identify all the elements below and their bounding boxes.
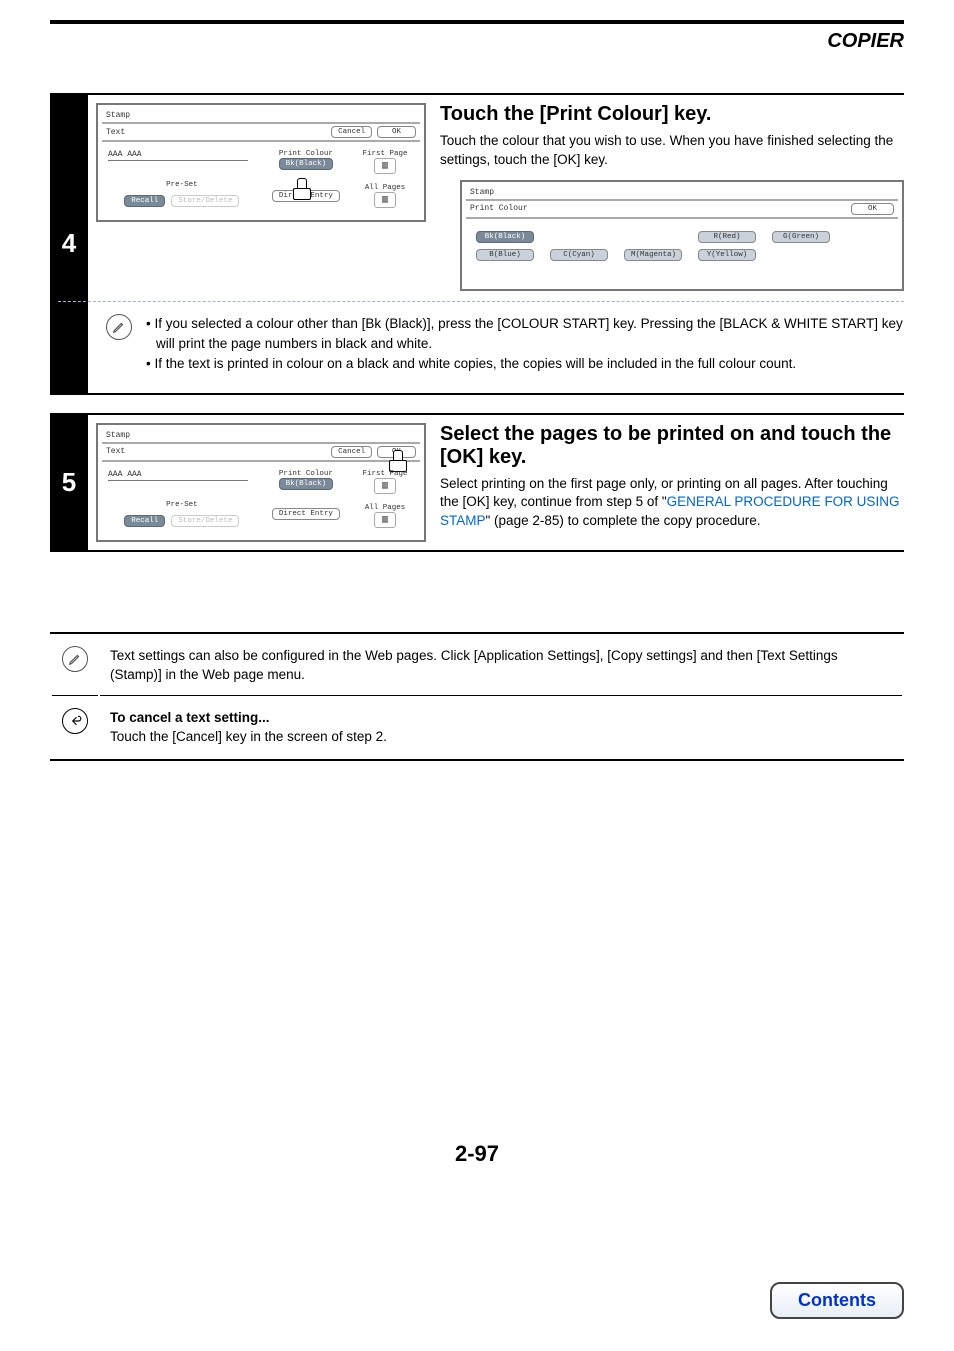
- store-delete-button[interactable]: Store/Delete: [171, 195, 239, 207]
- step-5: 5 Stamp Text Cancel OK: [50, 413, 904, 552]
- step-number: 5: [50, 415, 88, 550]
- step4-note-1: If you selected a colour other than [Bk …: [146, 314, 904, 355]
- step4-note-2: If the text is printed in colour on a bl…: [146, 354, 904, 374]
- cancel-body: Touch the [Cancel] key in the screen of …: [110, 727, 892, 747]
- panel-stamp-text-2: Stamp Text Cancel OK AAA AAA: [96, 423, 426, 542]
- panel-subtitle: Text: [106, 128, 125, 137]
- info-table: Text settings can also be configured in …: [50, 632, 904, 761]
- pencil-icon: [62, 646, 88, 672]
- info-note: Text settings can also be configured in …: [100, 636, 902, 696]
- panel5-subtitle: Text: [106, 447, 125, 456]
- panel5-title: Stamp: [102, 429, 420, 444]
- step4-text: Touch the colour that you wish to use. W…: [440, 132, 904, 170]
- print-colour-button[interactable]: Bk(Black): [279, 158, 334, 170]
- cancel-button[interactable]: Cancel: [331, 446, 372, 458]
- sample-text: AAA AAA: [108, 150, 248, 161]
- colour-green-button[interactable]: G(Green): [772, 231, 830, 243]
- recall-button[interactable]: Recall: [124, 515, 165, 527]
- first-page-label: First Page: [356, 470, 414, 478]
- cancel-title: To cancel a text setting...: [110, 708, 892, 728]
- first-page-label: First Page: [356, 150, 414, 158]
- dashed-separator: [58, 301, 904, 302]
- step-4: 4 Stamp Text Cancel OK: [50, 93, 904, 395]
- panel-print-colour: Stamp Print Colour OK Bk(Black) R(Red) G…: [460, 180, 904, 291]
- all-pages-label: All Pages: [356, 184, 414, 192]
- first-page-icon[interactable]: ▥: [374, 158, 396, 174]
- contents-button[interactable]: Contents: [770, 1282, 904, 1319]
- colour-cyan-button[interactable]: C(Cyan): [550, 249, 608, 261]
- page-number: 2-97: [50, 1141, 904, 1167]
- step-number: 4: [50, 95, 88, 393]
- sample-text: AAA AAA: [108, 470, 248, 481]
- all-pages-icon[interactable]: ▥: [374, 512, 396, 528]
- recall-button[interactable]: Recall: [124, 195, 165, 207]
- ok-button[interactable]: OK: [377, 126, 416, 138]
- panel2-ok-button[interactable]: OK: [851, 203, 894, 215]
- header-title: COPIER: [50, 30, 904, 53]
- cancel-button[interactable]: Cancel: [331, 126, 372, 138]
- panel-title: Stamp: [102, 109, 420, 124]
- all-pages-icon[interactable]: ▥: [374, 192, 396, 208]
- all-pages-label: All Pages: [356, 504, 414, 512]
- direct-entry-button[interactable]: Direct Entry: [272, 508, 340, 520]
- panel-stamp-text: Stamp Text Cancel OK AAA AAA Pre-Set: [96, 103, 426, 222]
- colour-blue-button[interactable]: B(Blue): [476, 249, 534, 261]
- colour-magenta-button[interactable]: M(Magenta): [624, 249, 682, 261]
- store-delete-button[interactable]: Store/Delete: [171, 515, 239, 527]
- colour-black-button[interactable]: Bk(Black): [476, 231, 534, 243]
- step4-heading: Touch the [Print Colour] key.: [440, 103, 904, 126]
- preset-label: Pre-Set: [108, 501, 256, 509]
- step5-text-post: " (page 2-85) to complete the copy proce…: [486, 513, 761, 528]
- back-arrow-icon: [62, 708, 88, 734]
- step5-heading: Select the pages to be printed on and to…: [440, 423, 904, 469]
- preset-label: Pre-Set: [108, 181, 256, 189]
- colour-red-button[interactable]: R(Red): [698, 231, 756, 243]
- panel2-subtitle: Print Colour: [470, 204, 528, 213]
- touch-cursor-icon: [292, 178, 310, 200]
- first-page-icon[interactable]: ▥: [374, 478, 396, 494]
- panel2-title: Stamp: [466, 186, 898, 201]
- step5-text: Select printing on the first page only, …: [440, 475, 904, 532]
- print-colour-button[interactable]: Bk(Black): [279, 478, 334, 490]
- print-colour-label: Print Colour: [264, 470, 348, 478]
- header-rule: [50, 20, 904, 24]
- print-colour-label: Print Colour: [264, 150, 348, 158]
- step4-notes: If you selected a colour other than [Bk …: [146, 314, 904, 375]
- colour-yellow-button[interactable]: Y(Yellow): [698, 249, 756, 261]
- pencil-icon: [106, 314, 132, 340]
